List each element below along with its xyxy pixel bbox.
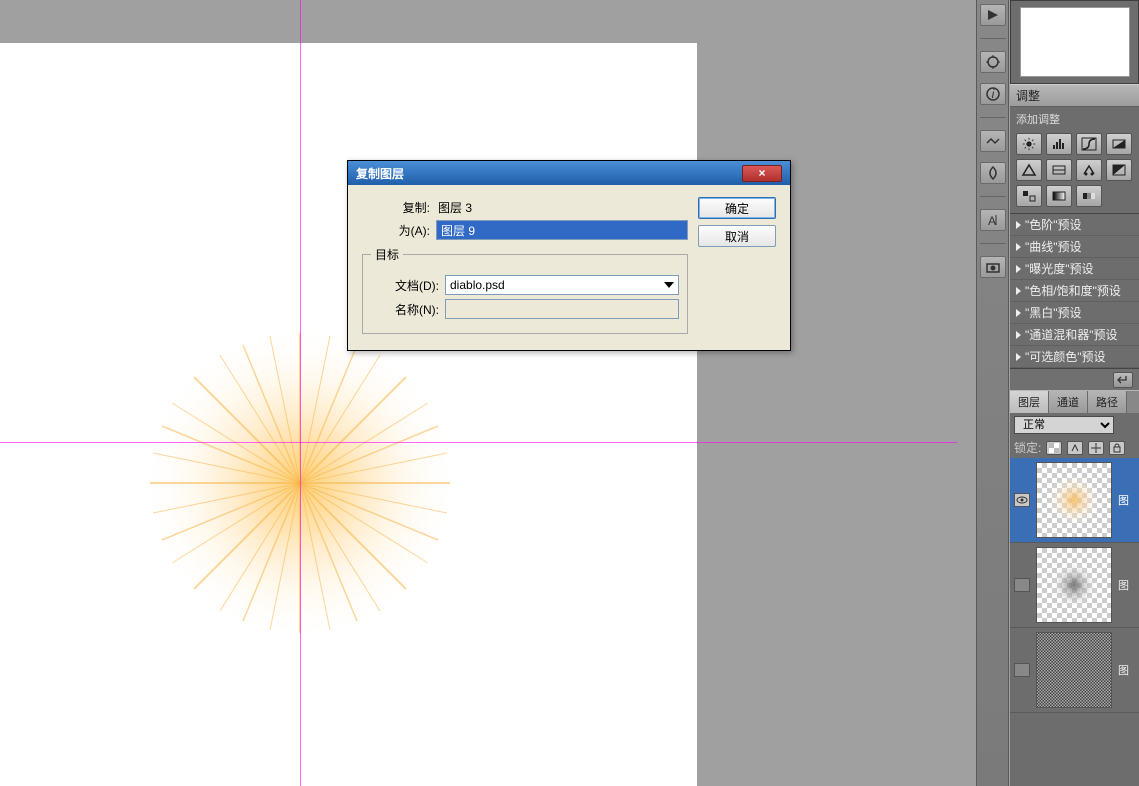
gradient-icon[interactable] [1046,185,1072,207]
navigator-panel[interactable] [1010,0,1139,84]
exposure-icon[interactable] [1106,133,1132,155]
selective-icon[interactable] [1016,185,1042,207]
cancel-button[interactable]: 取消 [698,225,776,247]
ok-button[interactable]: 确定 [698,197,776,219]
bw-icon[interactable] [1106,159,1132,181]
styles-icon[interactable] [980,130,1006,152]
lock-position-icon[interactable] [1088,441,1104,455]
preset-item[interactable]: "通道混和器"预设 [1010,324,1139,346]
layer-row[interactable]: 图 [1010,458,1139,543]
preset-item[interactable]: "曲线"预设 [1010,236,1139,258]
adjustment-buttons [1014,129,1135,211]
return-icon[interactable] [1113,372,1133,388]
tab-paths[interactable]: 路径 [1088,391,1127,413]
guide-horizontal [0,442,957,443]
lock-transparency-icon[interactable] [1046,441,1062,455]
gradmap-icon[interactable] [1076,185,1102,207]
name-input [445,299,679,319]
as-input[interactable] [436,220,688,240]
close-button[interactable]: × [742,165,782,182]
lock-row: 锁定: [1010,437,1139,458]
preset-item[interactable]: "可选颜色"预设 [1010,346,1139,368]
layer-thumb [1036,632,1112,708]
copy-label: 复制: [362,199,430,216]
actions-icon[interactable] [980,4,1006,26]
name-label: 名称(N): [371,301,439,318]
preset-item[interactable]: "色阶"预设 [1010,214,1139,236]
chevron-right-icon [1016,287,1021,295]
info-icon[interactable]: i [980,83,1006,105]
chevron-right-icon [1016,353,1021,361]
copy-value: 图层 3 [436,199,472,216]
tab-channels[interactable]: 通道 [1049,391,1088,413]
canvas-area[interactable] [0,0,957,786]
blend-mode-select[interactable]: 正常 [1014,416,1114,434]
document-canvas[interactable] [0,43,697,786]
close-icon: × [758,166,765,180]
tab-layers[interactable]: 图层 [1010,391,1049,413]
layer-row[interactable]: 图 [1010,628,1139,713]
adjust-footer [1010,368,1139,390]
visibility-toggle[interactable] [1014,663,1030,677]
navigator-thumb[interactable] [1020,7,1130,77]
swatches-icon[interactable] [980,162,1006,184]
collapsed-panels-bar: i A [976,0,1009,786]
layers-list: 图 图 图 [1010,458,1139,786]
chevron-right-icon [1016,309,1021,317]
preset-item[interactable]: "色相/饱和度"预设 [1010,280,1139,302]
svg-text:i: i [991,87,994,101]
vibrance-icon[interactable] [1016,159,1042,181]
visibility-toggle[interactable] [1014,578,1030,592]
lock-all-icon[interactable] [1109,441,1125,455]
brush-icon[interactable] [980,51,1006,73]
layer-thumb [1036,462,1112,538]
layers-tabs: 图层 通道 路径 [1010,390,1139,413]
levels-icon[interactable] [1046,133,1072,155]
as-label: 为(A): [362,222,430,239]
chevron-right-icon [1016,243,1021,251]
chevron-right-icon [1016,221,1021,229]
guide-vertical [300,0,301,786]
character-icon[interactable]: A [980,209,1006,231]
layer-label: 图 [1118,492,1135,508]
preset-item[interactable]: "曝光度"预设 [1010,258,1139,280]
camera-icon[interactable] [980,256,1006,278]
dialog-title-text: 复制图层 [356,165,404,182]
huesat-icon[interactable] [1046,159,1072,181]
colorbal-icon[interactable] [1076,159,1102,181]
target-fieldset: 目标 文档(D): diablo.psd 名称(N): [362,246,688,334]
chevron-right-icon [1016,331,1021,339]
doc-label: 文档(D): [371,277,439,294]
layer-thumb [1036,547,1112,623]
curves-icon[interactable] [1076,133,1102,155]
adjustment-presets: "色阶"预设 "曲线"预设 "曝光度"预设 "色相/饱和度"预设 "黑白"预设 … [1010,213,1139,368]
preset-item[interactable]: "黑白"预设 [1010,302,1139,324]
adjust-panel-header[interactable]: 调整 [1010,84,1139,107]
duplicate-layer-dialog: 复制图层 × 复制: 图层 3 为(A): 目标 文档(D): diablo.p… [347,160,791,351]
layer-label: 图 [1118,577,1135,593]
lock-pixels-icon[interactable] [1067,441,1083,455]
right-panels: 调整 添加调整 "色阶"预设 "曲线"预设 "曝光度"预设 "色相/饱和度"预设… [1010,0,1139,786]
visibility-toggle[interactable] [1014,493,1030,507]
add-adjustment-label: 添加调整 [1014,109,1135,129]
target-legend: 目标 [371,246,403,263]
layer-label: 图 [1118,662,1135,678]
lock-label: 锁定: [1014,439,1041,456]
chevron-right-icon [1016,265,1021,273]
layer-row[interactable]: 图 [1010,543,1139,628]
dialog-titlebar[interactable]: 复制图层 × [348,161,790,185]
svg-text:A: A [988,214,996,228]
brightness-icon[interactable] [1016,133,1042,155]
document-select[interactable]: diablo.psd [445,275,679,295]
